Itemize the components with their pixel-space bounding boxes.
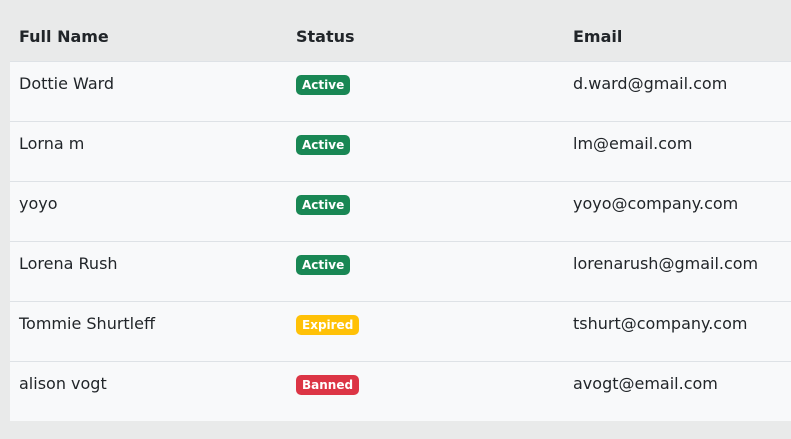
name-cell: Lorena Rush — [19, 254, 118, 273]
table-row[interactable]: Lorna m Active lm@email.com — [10, 121, 791, 181]
table-row[interactable]: Lorena Rush Active lorenarush@gmail.com — [10, 241, 791, 301]
name-cell: Dottie Ward — [19, 74, 115, 93]
name-cell: alison vogt — [19, 374, 107, 393]
status-badge: Banned — [296, 375, 360, 395]
status-badge: Active — [296, 255, 351, 275]
users-table: Full Name Status Email Dottie Ward Activ… — [10, 13, 791, 421]
name-cell: yoyo — [19, 194, 58, 213]
status-badge: Active — [296, 135, 351, 155]
email-cell: lorenarush@gmail.com — [573, 254, 759, 273]
status-badge: Active — [296, 75, 351, 95]
email-cell: d.ward@gmail.com — [573, 74, 728, 93]
table-row[interactable]: alison vogt Banned avogt@email.com — [10, 361, 791, 421]
table-row[interactable]: Tommie Shurtleff Expired tshurt@company.… — [10, 301, 791, 361]
column-header-email[interactable]: Email — [573, 13, 622, 61]
table-header: Full Name Status Email — [10, 13, 791, 61]
email-cell: tshurt@company.com — [573, 314, 748, 333]
status-badge: Expired — [296, 315, 360, 335]
column-header-full-name[interactable]: Full Name — [19, 13, 109, 61]
status-badge: Active — [296, 195, 351, 215]
table-row[interactable]: Dottie Ward Active d.ward@gmail.com — [10, 61, 791, 121]
email-cell: avogt@email.com — [573, 374, 718, 393]
table-row[interactable]: yoyo Active yoyo@company.com — [10, 181, 791, 241]
name-cell: Lorna m — [19, 134, 85, 153]
name-cell: Tommie Shurtleff — [19, 314, 155, 333]
email-cell: lm@email.com — [573, 134, 693, 153]
email-cell: yoyo@company.com — [573, 194, 739, 213]
column-header-status[interactable]: Status — [296, 13, 355, 61]
